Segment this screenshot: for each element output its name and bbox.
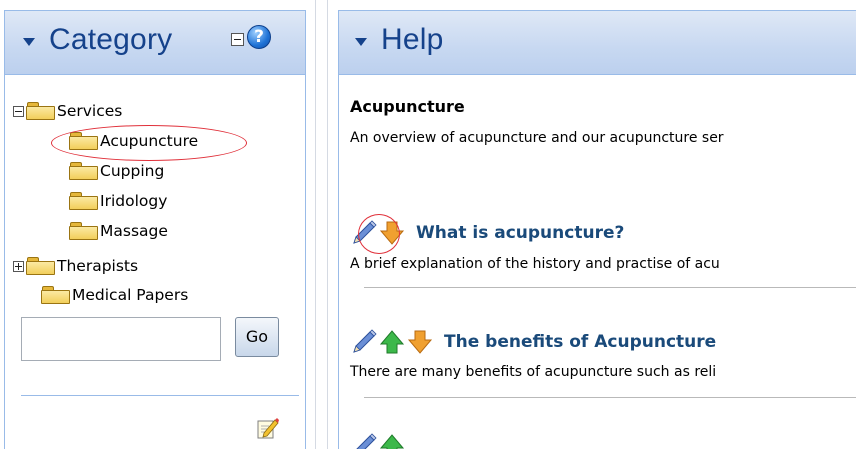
article-title[interactable]: What is acupuncture? [416, 223, 624, 243]
edit-note-icon[interactable] [255, 416, 279, 440]
folder-icon [69, 221, 99, 241]
folder-icon [26, 256, 56, 276]
category-panel-header: Category ? [5, 11, 305, 75]
divider [21, 395, 299, 396]
article-divider [364, 397, 856, 398]
article-summary: A brief explanation of the history and p… [350, 256, 720, 272]
tree-node-medical-papers[interactable]: Medical Papers [41, 283, 188, 307]
pencil-edit-icon[interactable] [350, 328, 378, 356]
tree-node-label: Cupping [100, 162, 165, 180]
article-divider [364, 287, 856, 288]
document-description: An overview of acupuncture and our acupu… [350, 130, 724, 146]
article-header: The benefits of Acupuncture [350, 327, 716, 357]
folder-icon [26, 101, 56, 121]
selection-highlight-oval [51, 125, 247, 161]
help-panel-header: Help [339, 11, 856, 75]
arrow-down-icon[interactable] [406, 328, 434, 356]
document-title: Acupuncture [350, 97, 465, 116]
tree-node-cupping[interactable]: Cupping [69, 159, 164, 183]
folder-icon [69, 161, 99, 181]
help-icon[interactable]: ? [247, 25, 271, 49]
article-summary: There are many benefits of acupuncture s… [350, 364, 717, 380]
tree-node-services[interactable]: Services [13, 99, 122, 123]
tree-node-label: Iridology [100, 192, 168, 210]
tree-node-therapists[interactable]: Therapists [13, 254, 138, 278]
help-title-wrap[interactable]: Help [355, 23, 444, 57]
article-title[interactable]: The benefits of Acupuncture [444, 332, 716, 352]
tree-node-massage[interactable]: Massage [69, 219, 168, 243]
panel-splitter[interactable] [312, 0, 334, 449]
folder-icon [41, 285, 71, 305]
help-panel-title: Help [381, 23, 444, 56]
arrow-up-icon[interactable] [378, 328, 406, 356]
arrow-up-icon[interactable] [378, 432, 406, 449]
article-header [350, 431, 406, 449]
go-button[interactable]: Go [235, 317, 279, 357]
pencil-highlight-oval [358, 214, 400, 254]
tree-node-iridology[interactable]: Iridology [69, 189, 167, 213]
tree-node-label: Therapists [57, 257, 139, 275]
tree-expand-toggle[interactable] [13, 260, 24, 272]
folder-icon [69, 191, 99, 211]
category-panel-title: Category [49, 23, 173, 56]
search-input[interactable] [21, 317, 221, 361]
collapse-arrow-icon[interactable] [355, 38, 367, 46]
tree-node-label: Medical Papers [72, 286, 189, 304]
tree-node-label: Services [57, 102, 123, 120]
pencil-edit-icon[interactable] [350, 432, 378, 449]
category-title-wrap[interactable]: Category [23, 23, 172, 57]
help-panel: Help Acupuncture An overview of acupunct… [338, 10, 856, 449]
category-panel: Category ? Services Acupuncture Cupping … [4, 10, 306, 449]
tree-collapse-toggle[interactable] [13, 105, 24, 117]
collapse-all-icon[interactable] [231, 33, 244, 46]
collapse-arrow-icon[interactable] [23, 38, 35, 46]
tree-node-label: Massage [100, 222, 168, 240]
